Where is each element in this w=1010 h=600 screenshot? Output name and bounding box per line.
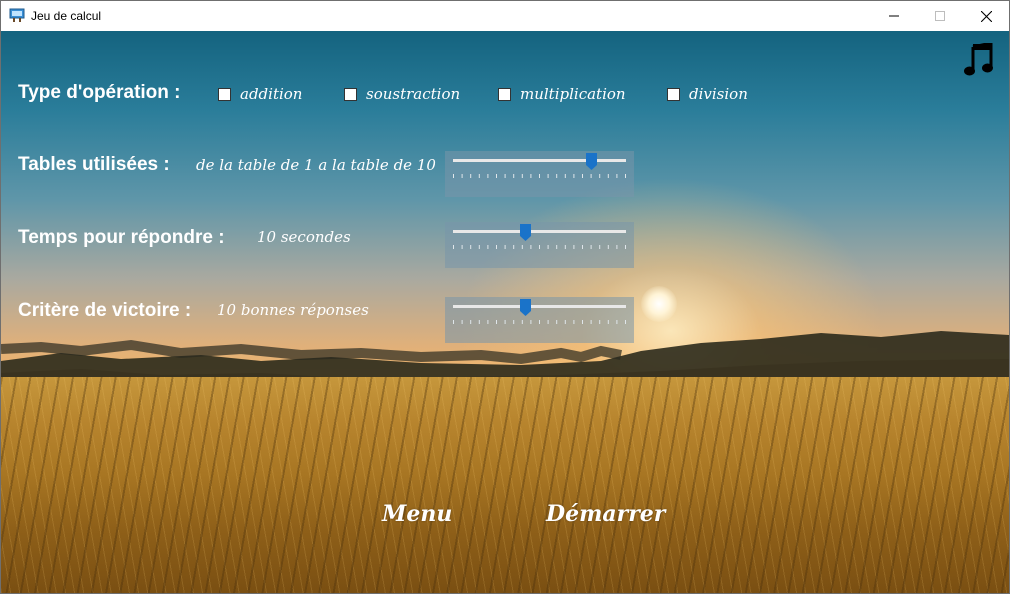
- close-button[interactable]: [963, 1, 1009, 31]
- slider-track[interactable]: [453, 305, 626, 308]
- app-window: Jeu de calcul Type d'opération : additio…: [0, 0, 1010, 594]
- slider-ticks: [453, 245, 626, 249]
- victory-slider[interactable]: [445, 297, 634, 343]
- tables-slider[interactable]: [445, 151, 634, 197]
- checkbox-box[interactable]: [218, 87, 231, 101]
- slider-thumb[interactable]: [585, 153, 597, 170]
- checkbox-multiplication[interactable]: multiplication: [498, 85, 626, 103]
- slider-thumb[interactable]: [520, 224, 532, 241]
- checkbox-soustraction[interactable]: soustraction: [344, 85, 460, 103]
- checkbox-label: division: [689, 85, 748, 103]
- checkbox-label: addition: [240, 85, 303, 103]
- maximize-icon: [935, 11, 945, 21]
- slider-track[interactable]: [453, 159, 626, 162]
- slider-ticks: [453, 174, 626, 178]
- background-scene: Type d'opération : addition soustraction…: [1, 31, 1009, 593]
- checkbox-division[interactable]: division: [667, 85, 748, 103]
- checkbox-label: multiplication: [520, 85, 626, 103]
- title-bar: Jeu de calcul: [1, 1, 1009, 31]
- tables-value: de la table de 1 a la table de 10: [196, 156, 436, 174]
- operation-type-label: Type d'opération :: [18, 82, 181, 103]
- slider-thumb[interactable]: [520, 299, 532, 316]
- music-note-icon[interactable]: [963, 43, 995, 77]
- start-button[interactable]: Démarrer: [546, 501, 665, 527]
- sun: [641, 286, 677, 322]
- time-label: Temps pour répondre :: [18, 227, 225, 248]
- close-icon: [980, 10, 992, 22]
- maximize-button[interactable]: [917, 1, 963, 31]
- checkbox-box[interactable]: [498, 87, 511, 101]
- tables-label: Tables utilisées :: [18, 154, 170, 175]
- menu-button[interactable]: Menu: [382, 501, 452, 527]
- wheat-field: [1, 377, 1009, 593]
- minimize-button[interactable]: [871, 1, 917, 31]
- app-icon: [9, 8, 25, 22]
- checkbox-box[interactable]: [667, 87, 680, 101]
- time-value: 10 secondes: [257, 228, 351, 246]
- minimize-icon: [889, 15, 899, 17]
- checkbox-label: soustraction: [366, 85, 461, 103]
- slider-track[interactable]: [453, 230, 626, 233]
- time-slider[interactable]: [445, 222, 634, 268]
- slider-ticks: [453, 320, 626, 324]
- checkbox-addition[interactable]: addition: [218, 85, 302, 103]
- victory-value: 10 bonnes réponses: [217, 301, 369, 319]
- victory-label: Critère de victoire :: [18, 300, 192, 321]
- window-title: Jeu de calcul: [31, 9, 102, 23]
- checkbox-box[interactable]: [344, 87, 357, 101]
